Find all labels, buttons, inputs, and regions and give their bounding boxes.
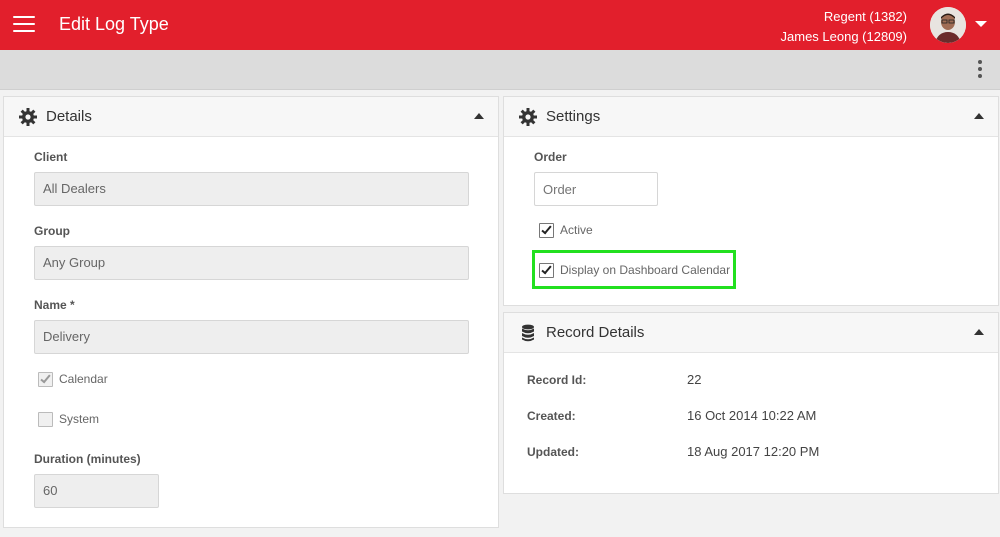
active-checkbox[interactable]	[539, 222, 554, 238]
details-title: Details	[46, 108, 92, 125]
settings-title: Settings	[546, 108, 601, 125]
system-checkbox-row: System	[38, 411, 99, 427]
client-label: Client	[34, 150, 68, 164]
more-options-icon[interactable]	[974, 58, 986, 82]
system-label: System	[59, 412, 100, 426]
created-label: Created:	[527, 409, 576, 423]
created-value: 16 Oct 2014 10:22 AM	[687, 408, 817, 423]
collapse-chevron-up-icon[interactable]	[974, 113, 984, 119]
order-input[interactable]	[534, 172, 658, 206]
active-checkbox-row: Active	[539, 222, 593, 238]
calendar-checkbox-row: Calendar	[38, 371, 108, 387]
gear-icon	[519, 108, 537, 126]
group-field[interactable]: Any Group	[34, 246, 469, 280]
calendar-label: Calendar	[59, 372, 108, 386]
active-label: Active	[560, 223, 593, 237]
database-icon	[522, 324, 534, 342]
page-title: Edit Log Type	[59, 14, 169, 34]
record-details-panel-header[interactable]: Record Details	[504, 313, 998, 353]
user-menu-chevron-down-icon[interactable]	[975, 21, 987, 27]
record-details-title: Record Details	[546, 324, 645, 341]
dealer-name: Regent (1382)	[823, 9, 907, 24]
name-field[interactable]: Delivery	[34, 320, 469, 354]
user-photo-icon	[930, 7, 966, 43]
details-panel-header[interactable]: Details	[4, 97, 498, 137]
gear-icon	[19, 108, 37, 126]
collapse-chevron-up-icon[interactable]	[474, 113, 484, 119]
avatar[interactable]	[930, 7, 966, 43]
duration-label: Duration (minutes)	[34, 452, 141, 466]
record-details-panel: Record Details Record Id: 22 Created: 16…	[503, 312, 999, 494]
top-bar: Edit Log Type Regent (1382) James Leong …	[0, 0, 1000, 50]
duration-field[interactable]: 60	[34, 474, 159, 508]
record-id-value: 22	[687, 372, 702, 387]
menu-icon[interactable]	[13, 16, 35, 34]
highlight-box	[532, 250, 736, 289]
updated-value: 18 Aug 2017 12:20 PM	[687, 444, 820, 459]
collapse-chevron-up-icon[interactable]	[974, 329, 984, 335]
calendar-checkbox[interactable]	[38, 371, 53, 387]
client-field[interactable]: All Dealers	[34, 172, 469, 206]
group-label: Group	[34, 224, 70, 238]
system-checkbox[interactable]	[38, 411, 53, 427]
settings-panel-header[interactable]: Settings	[504, 97, 998, 137]
name-label: Name *	[34, 298, 75, 312]
user-info[interactable]: Regent (1382) James Leong (12809)	[781, 7, 907, 47]
record-id-label: Record Id:	[527, 373, 587, 387]
updated-label: Updated:	[527, 445, 579, 459]
user-name: James Leong (12809)	[780, 29, 907, 44]
toolbar	[0, 50, 1000, 90]
order-label: Order	[534, 150, 567, 164]
details-panel: Details Client All Dealers Group Any Gro…	[3, 96, 499, 528]
